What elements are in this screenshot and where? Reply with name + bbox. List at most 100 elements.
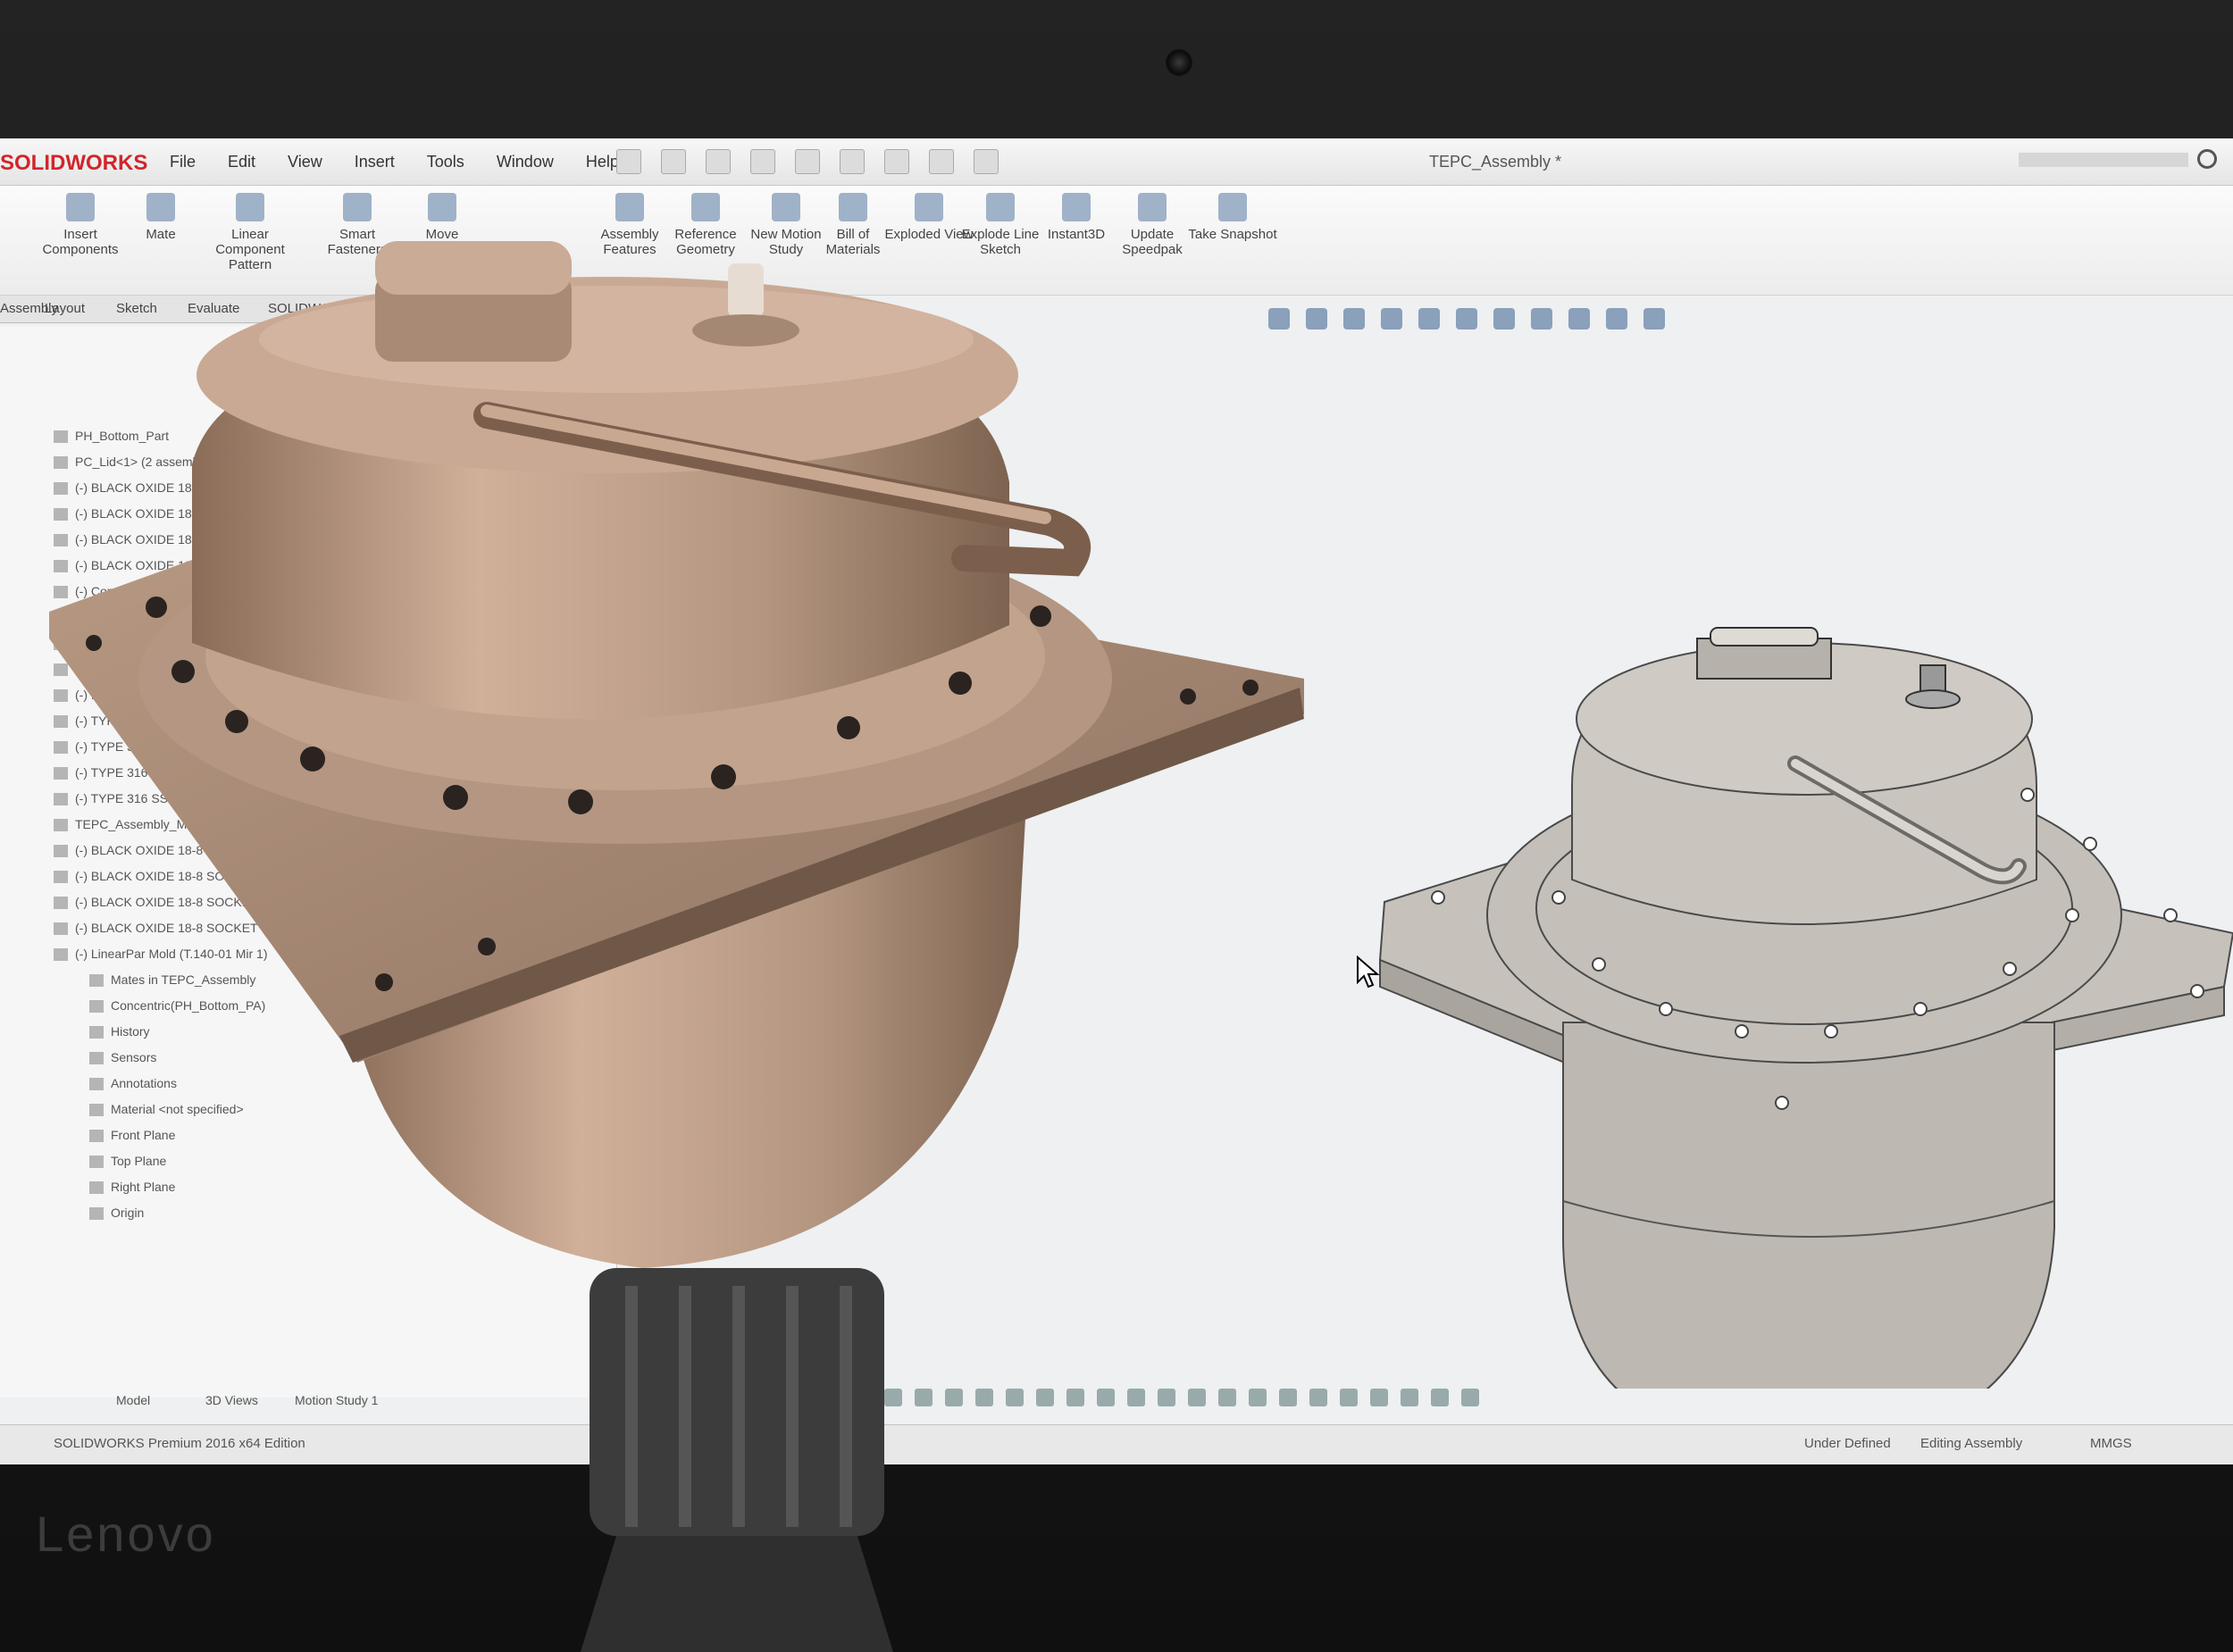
tab-evaluate[interactable]: Evaluate	[188, 301, 239, 316]
tree-item[interactable]: (-) BLACK OXIDE 18-8 SOCKET	[54, 921, 258, 940]
tab-addins[interactable]: SOLIDWORKS Add-Ins	[268, 301, 408, 316]
menu-tools[interactable]: Tools	[427, 153, 464, 171]
tree-item[interactable]: (-) Copper	[54, 636, 132, 655]
tree-item[interactable]: (-) BLACK OXIDE 18-8 SOCKET	[54, 895, 258, 914]
scene-icon[interactable]	[1606, 308, 1627, 330]
tree-item[interactable]: TEPC_Assembly_Mirror	[54, 817, 209, 837]
menu-help[interactable]: Help	[586, 153, 619, 171]
tree-item[interactable]: Right Plane	[89, 1180, 175, 1199]
tree-item[interactable]: Sensors	[89, 1050, 156, 1070]
tree-item[interactable]: Mates in TEPC_Assembly	[89, 972, 255, 992]
menu-insert[interactable]: Insert	[355, 153, 395, 171]
rebuild-icon[interactable]	[884, 149, 909, 174]
open-file-icon[interactable]	[661, 149, 686, 174]
circle-icon[interactable]	[945, 1389, 963, 1406]
hole-icon[interactable]	[1401, 1389, 1418, 1406]
hide-show-icon[interactable]	[1531, 308, 1552, 330]
tree-item[interactable]: (-) Copper	[54, 610, 132, 630]
tree-bottom-tab[interactable]: Motion Study 1	[295, 1393, 378, 1407]
tree-item[interactable]: (-) TYPE 316 SS PANH	[54, 713, 205, 733]
component-icon	[54, 741, 68, 755]
tree-item[interactable]: (-) BLACK OXIDE 18-8	[54, 558, 203, 578]
chamfer-icon[interactable]	[1218, 1389, 1236, 1406]
rib-icon[interactable]	[1461, 1389, 1479, 1406]
previous-view-icon[interactable]	[1343, 308, 1365, 330]
revolve-icon[interactable]	[1309, 1389, 1327, 1406]
fillet-icon[interactable]	[1188, 1389, 1206, 1406]
extrude-icon[interactable]	[1279, 1389, 1297, 1406]
tab-sketch[interactable]: Sketch	[116, 301, 157, 316]
tree-item[interactable]: Front Plane	[89, 1128, 175, 1147]
menu-view[interactable]: View	[288, 153, 322, 171]
shell-icon[interactable]	[1431, 1389, 1449, 1406]
tab-layout[interactable]: Layout	[45, 301, 85, 316]
tree-item[interactable]: PC_Lid<1> (2 assemb)	[54, 455, 204, 474]
tree-item[interactable]: History	[89, 1024, 150, 1044]
status-units[interactable]: MMGS	[2090, 1436, 2132, 1451]
tree-item[interactable]: (-) Copper	[54, 584, 132, 604]
tree-item[interactable]: (-) TYPE 316 SS PANH	[54, 739, 205, 759]
tree-item[interactable]: (-) TYPE 316 SS PANH	[54, 791, 205, 811]
line-icon[interactable]	[884, 1389, 902, 1406]
tree-item[interactable]: Annotations	[89, 1076, 177, 1096]
display-style-icon[interactable]	[1493, 308, 1515, 330]
tree-bottom-tab[interactable]: 3D Views	[205, 1393, 258, 1407]
tree-item[interactable]: Origin	[89, 1206, 144, 1225]
mirror-icon[interactable]	[1097, 1389, 1115, 1406]
dynamic-annotation-icon[interactable]	[1418, 308, 1440, 330]
dimension-icon[interactable]	[1127, 1389, 1145, 1406]
undo-icon[interactable]	[795, 149, 820, 174]
print-icon[interactable]	[750, 149, 775, 174]
zoom-fit-icon[interactable]	[1268, 308, 1290, 330]
tree-item[interactable]: (-) Copper	[54, 662, 132, 681]
tree-item[interactable]: (-) BLACK OXIDE 18-8 SOCKET	[54, 843, 258, 863]
pattern-icon[interactable]	[1249, 1389, 1267, 1406]
insert-components-button[interactable]: Insert Components	[36, 193, 125, 257]
tree-item[interactable]: (-) BLACK OXIDE 18-8	[54, 480, 203, 500]
relation-icon[interactable]	[1158, 1389, 1175, 1406]
menu-file[interactable]: File	[170, 153, 196, 171]
options-icon[interactable]	[974, 149, 999, 174]
smart-fasteners-button[interactable]: Smart Fasteners	[313, 193, 402, 257]
cad-model[interactable]	[1378, 627, 2233, 1389]
section-view-icon[interactable]	[1381, 308, 1402, 330]
search-input[interactable]	[2019, 153, 2188, 167]
tree-item[interactable]: Material <not specified>	[89, 1102, 244, 1122]
save-icon[interactable]	[706, 149, 731, 174]
view-orientation-icon[interactable]	[1456, 308, 1477, 330]
tree-item[interactable]: (-) LinearPar Mold (T.140-01 Mir 1)	[54, 947, 268, 966]
search-icon[interactable]	[2197, 149, 2217, 169]
mate-button[interactable]: Mate	[116, 193, 205, 242]
tree-item[interactable]: (-) TYPE 316 SS PANH	[54, 765, 205, 785]
rectangle-icon[interactable]	[915, 1389, 933, 1406]
appearance-icon[interactable]	[1568, 308, 1590, 330]
move-component-button[interactable]: Move Component	[397, 193, 487, 257]
linear-pattern-button[interactable]: Linear Component Pattern	[205, 193, 295, 272]
loft-icon[interactable]	[1370, 1389, 1388, 1406]
tree-item[interactable]: (-) BLACK OXIDE 18-8 SOCKET	[54, 869, 258, 889]
sweep-icon[interactable]	[1340, 1389, 1358, 1406]
offset-icon[interactable]	[1066, 1389, 1084, 1406]
tree-item[interactable]: PH_Bottom_Part	[54, 429, 169, 448]
tree-item[interactable]: Concentric(PH_Bottom_PA)	[89, 998, 265, 1018]
menu-window[interactable]: Window	[497, 153, 554, 171]
view-settings-icon[interactable]	[1643, 308, 1665, 330]
zoom-area-icon[interactable]	[1306, 308, 1327, 330]
tree-item[interactable]: (-) BLACK OXIDE 18-8	[54, 506, 203, 526]
update-speedpak-button[interactable]: Update Speedpak	[1108, 193, 1197, 257]
tree-bottom-tab[interactable]: Model	[116, 1393, 150, 1407]
trim-icon[interactable]	[1036, 1389, 1054, 1406]
exploded-view-icon	[915, 193, 943, 221]
file-properties-icon[interactable]	[929, 149, 954, 174]
arc-icon[interactable]	[975, 1389, 993, 1406]
select-icon[interactable]	[840, 149, 865, 174]
tree-item[interactable]: Top Plane	[89, 1154, 166, 1173]
menu-edit[interactable]: Edit	[228, 153, 255, 171]
new-file-icon[interactable]	[616, 149, 641, 174]
tree-item[interactable]: (-) MCI-MS Fix	[54, 688, 157, 707]
take-snapshot-button[interactable]: Take Snapshot	[1188, 193, 1277, 242]
tree-item[interactable]: (-) BLACK OXIDE 18-8	[54, 532, 203, 552]
spline-icon[interactable]	[1006, 1389, 1024, 1406]
pattern-icon	[236, 193, 264, 221]
reference-geometry-button[interactable]: Reference Geometry	[661, 193, 750, 257]
